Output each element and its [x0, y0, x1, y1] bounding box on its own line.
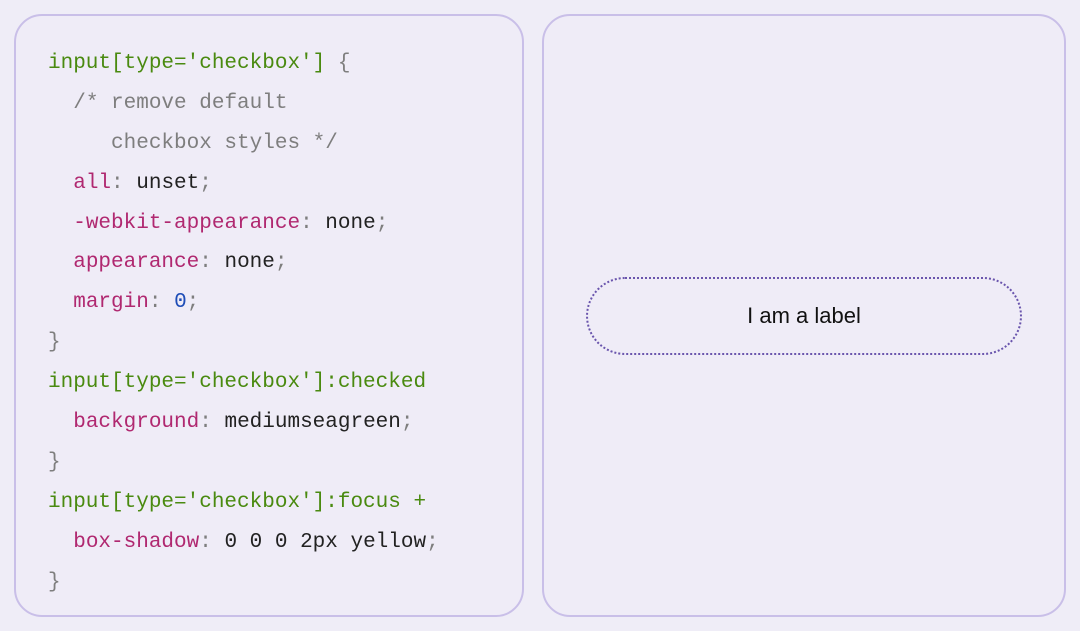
- code-block: input[type='checkbox'] { /* remove defau…: [48, 44, 502, 602]
- code-token: 0 0 0 2px yellow: [212, 531, 426, 554]
- code-token: -webkit-appearance: [73, 212, 300, 235]
- code-token: ;: [401, 411, 414, 434]
- code-token: :: [300, 212, 313, 235]
- code-token: [48, 251, 73, 274]
- code-token: {: [325, 52, 350, 75]
- code-token: :: [199, 531, 212, 554]
- code-token: [48, 531, 73, 554]
- code-token: unset: [124, 172, 200, 195]
- code-token: none: [313, 212, 376, 235]
- code-token: input[type='checkbox']:focus +: [48, 491, 426, 514]
- checkbox-label-pill[interactable]: I am a label: [586, 277, 1022, 355]
- code-token: }: [48, 451, 61, 474]
- code-token: mediumseagreen: [212, 411, 401, 434]
- code-token: input[type='checkbox']: [48, 52, 325, 75]
- code-token: none: [212, 251, 275, 274]
- code-token: :: [199, 411, 212, 434]
- code-token: [48, 291, 73, 314]
- code-token: margin: [73, 291, 149, 314]
- code-token: [48, 212, 73, 235]
- code-token: background: [73, 411, 199, 434]
- code-token: [48, 92, 73, 115]
- code-token: [48, 172, 73, 195]
- code-token: all: [73, 172, 111, 195]
- code-token: ;: [376, 212, 389, 235]
- code-token: }: [48, 571, 61, 594]
- code-token: checkbox styles */: [48, 132, 338, 155]
- code-token: appearance: [73, 251, 199, 274]
- code-token: [161, 291, 174, 314]
- code-token: }: [48, 331, 61, 354]
- code-panel: input[type='checkbox'] { /* remove defau…: [14, 14, 524, 617]
- code-token: box-shadow: [73, 531, 199, 554]
- code-token: input[type='checkbox']:checked: [48, 371, 426, 394]
- code-token: :: [111, 172, 124, 195]
- preview-panel: I am a label: [542, 14, 1066, 617]
- code-token: ;: [275, 251, 288, 274]
- code-token: [48, 411, 73, 434]
- code-token: ;: [187, 291, 200, 314]
- code-token: /* remove default: [73, 92, 287, 115]
- code-token: :: [199, 251, 212, 274]
- code-token: ;: [199, 172, 212, 195]
- code-token: :: [149, 291, 162, 314]
- code-token: ;: [426, 531, 439, 554]
- code-token: 0: [174, 291, 187, 314]
